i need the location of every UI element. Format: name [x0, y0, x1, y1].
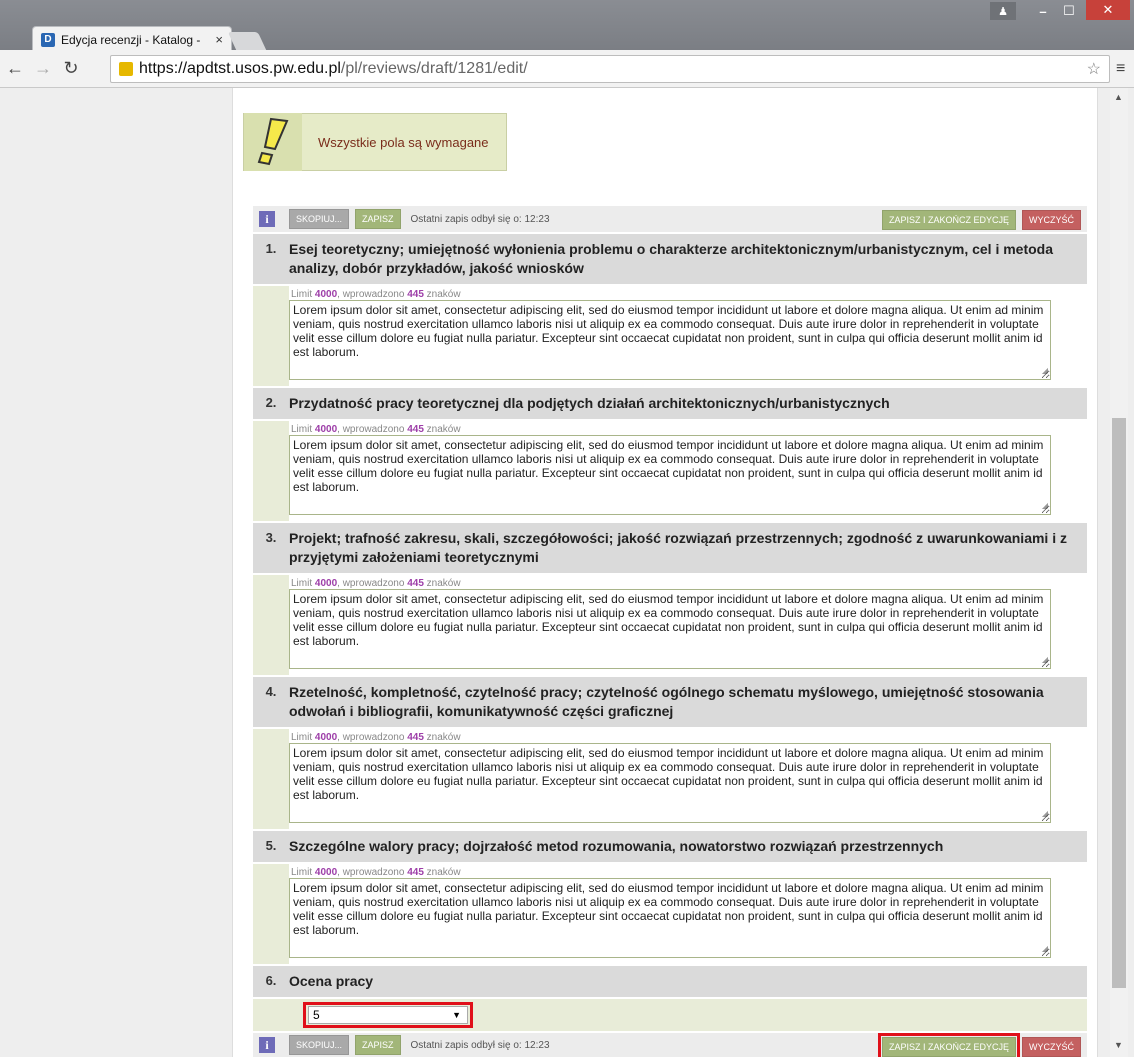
criterion-body: Limit 4000, wprowadzono 445 znaków Lorem…	[253, 862, 1087, 964]
save-button[interactable]: ZAPISZ	[355, 209, 401, 229]
criterion-number: 4.	[265, 684, 277, 699]
char-limit-info: Limit 4000, wprowadzono 445 znaków	[291, 289, 461, 300]
maximize-icon[interactable]: ☐	[1056, 0, 1082, 22]
criterion-4: 4. Rzetelność, kompletność, czytelność p…	[253, 675, 1087, 829]
char-limit-info: Limit 4000, wprowadzono 445 znaków	[291, 732, 461, 743]
criterion-title: Przydatność pracy teoretycznej dla podję…	[289, 395, 890, 411]
url-host: https://apdtst.usos.pw.edu.pl	[139, 60, 341, 77]
grade-select-value: 5	[313, 1008, 320, 1022]
url-path: /pl/reviews/draft/1281/edit/	[340, 60, 528, 77]
criterion-6: 6. Ocena pracy 5 ▼	[253, 964, 1087, 1031]
criterion-title: Ocena pracy	[289, 973, 374, 989]
scrollbar-thumb[interactable]	[1112, 418, 1126, 988]
criterion-number: 6.	[265, 973, 277, 988]
criterion-body: Limit 4000, wprowadzono 445 znaków Lorem…	[253, 419, 1087, 521]
required-fields-notice: Wszystkie pola są wymagane	[243, 113, 507, 171]
form-toolbar-bottom: i SKOPIUJ... ZAPISZ Ostatni zapis odbył …	[253, 1031, 1087, 1057]
resize-handle-icon[interactable]: ◢	[1042, 807, 1048, 821]
resize-handle-icon[interactable]: ◢	[1042, 653, 1048, 667]
criterion-header: 6. Ocena pracy	[253, 964, 1087, 997]
criterion-3: 3. Projekt; trafność zakresu, skali, szc…	[253, 521, 1087, 675]
last-save-text: Ostatni zapis odbył się o: 12:23	[410, 1039, 550, 1051]
criterion-body: Limit 4000, wprowadzono 445 znaków Lorem…	[253, 573, 1087, 675]
review-form: i SKOPIUJ... ZAPISZ Ostatni zapis odbył …	[253, 206, 1087, 1057]
address-bar[interactable]: https://apdtst.usos.pw.edu.pl/pl/reviews…	[110, 55, 1110, 83]
user-profile-icon[interactable]: ♟	[990, 2, 1016, 20]
criterion-title: Esej teoretyczny; umiejętność wyłonienia…	[289, 241, 1054, 276]
grade-select-highlight: 5 ▼	[303, 1002, 473, 1028]
last-save-text: Ostatni zapis odbył się o: 12:23	[410, 213, 550, 225]
save-and-finish-button[interactable]: ZAPISZ I ZAKOŃCZ EDYCJĘ	[877, 1033, 1021, 1057]
scroll-down-icon[interactable]: ▼	[1114, 1040, 1123, 1050]
criterion-number: 5.	[265, 838, 277, 853]
save-and-finish-button[interactable]: ZAPISZ I ZAKOŃCZ EDYCJĘ	[881, 210, 1016, 230]
form-toolbar-top: i SKOPIUJ... ZAPISZ Ostatni zapis odbył …	[253, 206, 1087, 232]
browser-tab[interactable]: D Edycja recenzji - Katalog - ×	[32, 26, 232, 52]
copy-button[interactable]: SKOPIUJ...	[289, 1035, 350, 1055]
char-limit-info: Limit 4000, wprowadzono 445 znaków	[291, 578, 461, 589]
criterion-header: 2. Przydatność pracy teoretycznej dla po…	[253, 386, 1087, 419]
review-textarea[interactable]: Lorem ipsum dolor sit amet, consectetur …	[289, 589, 1051, 669]
review-textarea[interactable]: Lorem ipsum dolor sit amet, consectetur …	[289, 435, 1051, 515]
criterion-5: 5. Szczególne walory pracy; dojrzałość m…	[253, 829, 1087, 964]
minimize-icon[interactable]: –	[1030, 0, 1056, 22]
tab-close-icon[interactable]: ×	[215, 32, 223, 47]
browser-menu-icon[interactable]: ≡	[1116, 60, 1125, 78]
notice-text: Wszystkie pola są wymagane	[318, 134, 489, 150]
criterion-title: Projekt; trafność zakresu, skali, szczeg…	[289, 530, 1067, 565]
tab-title: Edycja recenzji - Katalog -	[61, 32, 201, 47]
new-tab-button[interactable]	[227, 32, 267, 50]
page-content: Wszystkie pola są wymagane i SKOPIUJ... …	[232, 88, 1098, 1057]
site-favicon-icon: D	[41, 32, 55, 47]
review-textarea[interactable]: Lorem ipsum dolor sit amet, consectetur …	[289, 743, 1051, 823]
dropdown-arrow-icon: ▼	[452, 1010, 461, 1020]
info-icon[interactable]: i	[259, 1037, 275, 1053]
criterion-body: Limit 4000, wprowadzono 445 znaków Lorem…	[253, 284, 1087, 386]
vertical-scrollbar[interactable]: ▲ ▼	[1110, 88, 1128, 1057]
forward-icon[interactable]: →	[30, 58, 56, 79]
resize-handle-icon[interactable]: ◢	[1042, 364, 1048, 378]
criterion-number: 2.	[265, 395, 277, 410]
clear-button[interactable]: WYCZYŚĆ	[1022, 210, 1081, 230]
criterion-2: 2. Przydatność pracy teoretycznej dla po…	[253, 386, 1087, 521]
resize-handle-icon[interactable]: ◢	[1042, 499, 1048, 513]
review-textarea[interactable]: Lorem ipsum dolor sit amet, consectetur …	[289, 878, 1051, 958]
grade-select[interactable]: 5 ▼	[308, 1006, 468, 1024]
reload-icon[interactable]: ↻	[58, 58, 84, 79]
window-titlebar: D Edycja recenzji - Katalog - × ♟ – ☐ ✕	[0, 0, 1134, 52]
criterion-header: 3. Projekt; trafność zakresu, skali, szc…	[253, 521, 1087, 573]
page-viewport: Wszystkie pola są wymagane i SKOPIUJ... …	[0, 88, 1134, 1057]
info-icon[interactable]: i	[259, 211, 275, 227]
bookmark-star-icon[interactable]: ☆	[1087, 59, 1101, 79]
criterion-body: Limit 4000, wprowadzono 445 znaków Lorem…	[253, 727, 1087, 829]
save-button[interactable]: ZAPISZ	[355, 1035, 401, 1055]
scroll-up-icon[interactable]: ▲	[1114, 92, 1123, 102]
criterion-header: 1. Esej teoretyczny; umiejętność wyłonie…	[253, 232, 1087, 284]
clear-button[interactable]: WYCZYŚĆ	[1022, 1037, 1081, 1057]
criterion-header: 5. Szczególne walory pracy; dojrzałość m…	[253, 829, 1087, 862]
copy-button[interactable]: SKOPIUJ...	[289, 209, 350, 229]
char-limit-info: Limit 4000, wprowadzono 445 znaków	[291, 424, 461, 435]
review-textarea[interactable]: Lorem ipsum dolor sit amet, consectetur …	[289, 300, 1051, 380]
char-limit-info: Limit 4000, wprowadzono 445 znaków	[291, 867, 461, 878]
criterion-1: 1. Esej teoretyczny; umiejętność wyłonie…	[253, 232, 1087, 386]
window-close-icon[interactable]: ✕	[1086, 0, 1130, 20]
exclamation-icon	[244, 113, 302, 171]
criterion-title: Rzetelność, kompletność, czytelność prac…	[289, 684, 1044, 719]
criterion-header: 4. Rzetelność, kompletność, czytelność p…	[253, 675, 1087, 727]
browser-toolbar: ← → ↻ https://apdtst.usos.pw.edu.pl/pl/r…	[0, 50, 1134, 88]
resize-handle-icon[interactable]: ◢	[1042, 942, 1048, 956]
back-icon[interactable]: ←	[2, 58, 28, 79]
criterion-title: Szczególne walory pracy; dojrzałość meto…	[289, 838, 944, 854]
security-warning-icon[interactable]	[119, 62, 133, 76]
criterion-number: 3.	[265, 530, 277, 545]
grade-row: 5 ▼	[253, 997, 1087, 1031]
criterion-number: 1.	[265, 241, 277, 256]
